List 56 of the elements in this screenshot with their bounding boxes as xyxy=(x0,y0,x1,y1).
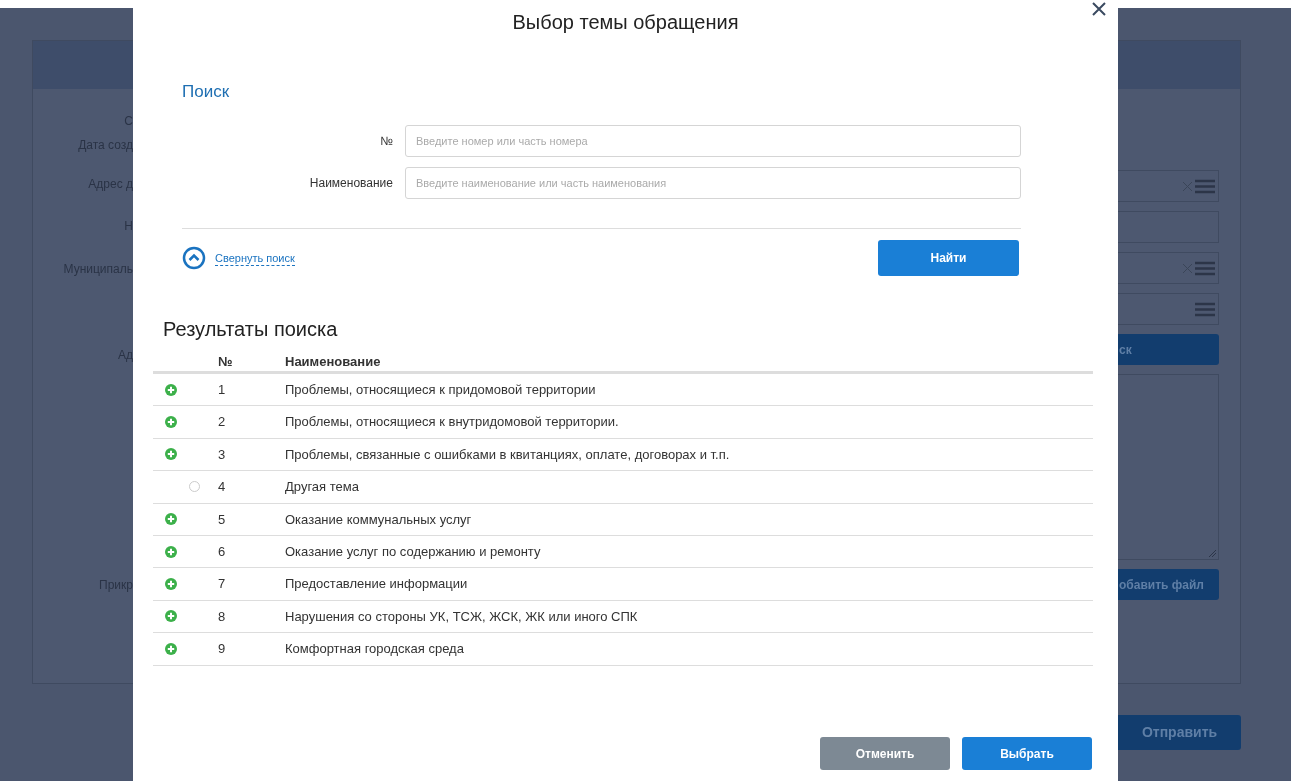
form-button[interactable]: ск xyxy=(1118,334,1219,365)
clear-icon[interactable] xyxy=(1182,180,1193,192)
clear-icon[interactable] xyxy=(1182,262,1193,274)
menu-icon[interactable] xyxy=(1195,178,1215,194)
name-cell-text: Проблемы, относящиеся к придомовой территории xyxy=(285,380,596,399)
number-cell-text: 8 xyxy=(217,607,227,626)
number-cell-text: 3 xyxy=(217,445,227,464)
name-cell-text: Проблемы, относящиеся к внутридомовой территории. xyxy=(285,413,619,432)
number-cell-text: 5 xyxy=(217,510,227,529)
chevron-up-icon xyxy=(182,246,206,270)
name-cell-text: Оказание коммунальных услуг xyxy=(285,510,472,529)
submit-button[interactable]: Отправить xyxy=(1118,715,1241,750)
select-button[interactable]: Выбрать xyxy=(962,737,1092,770)
expand-plus-icon[interactable] xyxy=(165,610,177,623)
expand-plus-icon[interactable] xyxy=(165,578,177,591)
number-cell-text: 9 xyxy=(217,640,227,659)
expand-plus-icon[interactable] xyxy=(165,383,177,396)
cancel-button[interactable]: Отменить xyxy=(820,737,950,770)
expand-plus-icon[interactable] xyxy=(165,545,177,558)
field-label: № xyxy=(379,133,393,150)
expand-plus-icon[interactable] xyxy=(165,416,177,429)
text-area[interactable] xyxy=(1118,374,1219,560)
name-cell-text: Предоставление информации xyxy=(285,575,468,594)
select-field[interactable] xyxy=(1118,293,1219,325)
expand-plus-icon[interactable] xyxy=(165,513,177,526)
number-cell-text: 1 xyxy=(217,380,227,399)
form-button[interactable]: обавить файл xyxy=(1118,569,1219,600)
name-cell-text: Нарушения со стороны УК, ТСЖ, ЖСК, ЖК или иного СПК xyxy=(285,607,638,626)
name-cell-text: Другая тема xyxy=(285,478,359,497)
input-field[interactable] xyxy=(1118,211,1219,243)
menu-icon[interactable] xyxy=(1195,260,1215,276)
collapse-search-link[interactable]: Свернуть поиск xyxy=(182,246,295,270)
search-field[interactable]: Введите наименование или часть наименования xyxy=(405,167,1021,199)
expand-plus-icon[interactable] xyxy=(165,448,177,461)
column-header: Наименование xyxy=(285,352,381,371)
name-cell-text: Оказание услуг по содержанию и ремонту xyxy=(285,542,541,561)
name-cell-text: Проблемы, связанные с ошибками в квитанциях, оплате, договорах и т.п. xyxy=(285,445,730,464)
number-cell-text: 2 xyxy=(217,413,227,432)
name-cell-text: Комфортная городская среда xyxy=(285,640,464,659)
number-cell-text: 4 xyxy=(217,478,227,497)
select-field[interactable] xyxy=(1118,252,1219,284)
find-button[interactable]: Найти xyxy=(878,240,1019,276)
expand-plus-icon[interactable] xyxy=(165,642,177,655)
select-field[interactable] xyxy=(1118,170,1219,202)
radio-button[interactable] xyxy=(189,481,200,493)
close-icon[interactable] xyxy=(1092,2,1106,16)
menu-icon[interactable] xyxy=(1195,301,1215,317)
resize-handle-icon[interactable] xyxy=(1208,549,1216,557)
number-cell-text: 7 xyxy=(217,575,227,594)
search-heading: Поиск xyxy=(182,81,231,103)
field-label: Наименование xyxy=(308,175,393,192)
column-header: № xyxy=(217,352,234,371)
number-cell-text: 6 xyxy=(217,542,227,561)
dialog-title: Выбор темы обращения xyxy=(512,10,739,35)
results-heading: Результаты поиска xyxy=(163,317,339,341)
search-field[interactable]: Введите номер или часть номера xyxy=(405,125,1021,157)
